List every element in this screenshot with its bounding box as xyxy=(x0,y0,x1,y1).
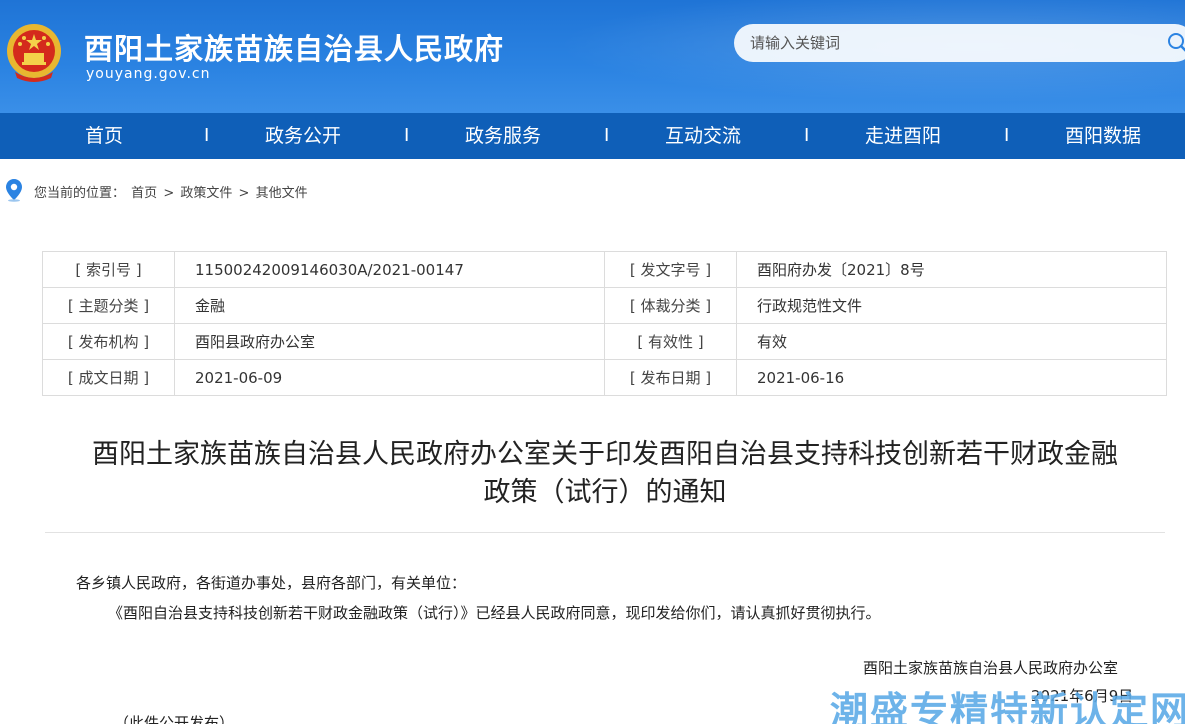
main-nav: 首页 I 政务公开 I 政务服务 I 互动交流 I 走进酉阳 I 酉阳数据 xyxy=(0,113,1185,159)
nav-separator: I xyxy=(804,125,810,146)
document-greeting: 各乡镇人民政府，各街道办事处，县府各部门，有关单位： xyxy=(76,574,467,592)
table-row: [ 成文日期 ] 2021-06-09 [ 发布日期 ] 2021-06-16 xyxy=(42,359,1167,396)
meta-value: 酉阳县政府办公室 xyxy=(174,323,605,360)
site-title[interactable]: 酉阳土家族苗族自治县人民政府 xyxy=(84,26,504,68)
breadcrumb-item-policy[interactable]: 政策文件 xyxy=(180,186,232,201)
location-pin-icon xyxy=(6,179,22,202)
breadcrumb-prefix: 您当前的位置： xyxy=(34,186,126,201)
nav-item-gov-affairs[interactable]: 政务公开 xyxy=(265,113,341,159)
document-title-line: 酉阳土家族苗族自治县人民政府办公室关于印发酉阳自治县支持科技创新若干财政金融 xyxy=(92,439,1118,470)
table-row: [ 发布机构 ] 酉阳县政府办公室 [ 有效性 ] 有效 xyxy=(42,323,1167,360)
publication-note: （此件公开发布） xyxy=(114,714,235,724)
table-row: [ 主题分类 ] 金融 [ 体裁分类 ] 行政规范性文件 xyxy=(42,287,1167,324)
nav-item-services[interactable]: 政务服务 xyxy=(465,113,541,159)
nav-separator: I xyxy=(604,125,610,146)
watermark: 潮盛专精特新认定网 xyxy=(830,689,1185,724)
document-body: 《酉阳自治县支持科技创新若干财政金融政策（试行）》已经县人民政府同意，现印发给你… xyxy=(108,604,881,622)
meta-label: [ 发布日期 ] xyxy=(604,359,737,396)
breadcrumb-item-other[interactable]: 其他文件 xyxy=(256,186,308,201)
title-divider xyxy=(45,532,1165,533)
signature-organization: 酉阳土家族苗族自治县人民政府办公室 xyxy=(863,659,1119,677)
meta-label: [ 有效性 ] xyxy=(604,323,737,360)
site-domain: youyang.gov.cn xyxy=(86,66,211,82)
search-icon[interactable] xyxy=(1166,31,1185,55)
nav-separator: I xyxy=(404,125,410,146)
nav-item-about-youyang[interactable]: 走进酉阳 xyxy=(865,113,941,159)
meta-label: [ 成文日期 ] xyxy=(42,359,175,396)
nav-item-home[interactable]: 首页 xyxy=(85,113,123,159)
nav-item-interaction[interactable]: 互动交流 xyxy=(665,113,741,159)
national-emblem-icon xyxy=(7,24,61,82)
breadcrumb-item-home[interactable]: 首页 xyxy=(131,186,157,201)
document-meta-table: [ 索引号 ] 11500242009146030A/2021-00147 [ … xyxy=(42,251,1167,396)
nav-separator: I xyxy=(1004,125,1010,146)
meta-label: [ 体裁分类 ] xyxy=(604,287,737,324)
site-header: 酉阳土家族苗族自治县人民政府 youyang.gov.cn xyxy=(0,0,1185,113)
nav-item-data[interactable]: 酉阳数据 xyxy=(1065,113,1141,159)
search-input[interactable] xyxy=(750,24,1150,62)
table-row: [ 索引号 ] 11500242009146030A/2021-00147 [ … xyxy=(42,251,1167,288)
meta-label: [ 索引号 ] xyxy=(42,251,175,288)
document-title: 酉阳土家族苗族自治县人民政府办公室关于印发酉阳自治县支持科技创新若干财政金融 政… xyxy=(30,436,1180,512)
meta-value: 11500242009146030A/2021-00147 xyxy=(174,251,605,288)
meta-value: 2021-06-09 xyxy=(174,359,605,396)
breadcrumb-separator: > xyxy=(163,186,175,201)
meta-label: [ 主题分类 ] xyxy=(42,287,175,324)
meta-value: 行政规范性文件 xyxy=(736,287,1167,324)
breadcrumb-separator: > xyxy=(238,186,250,201)
meta-value: 有效 xyxy=(736,323,1167,360)
meta-value: 金融 xyxy=(174,287,605,324)
meta-value: 酉阳府办发〔2021〕8号 xyxy=(736,251,1167,288)
meta-label: [ 发布机构 ] xyxy=(42,323,175,360)
meta-label: [ 发文字号 ] xyxy=(604,251,737,288)
document-title-line: 政策（试行）的通知 xyxy=(483,477,727,508)
nav-separator: I xyxy=(204,125,210,146)
meta-value: 2021-06-16 xyxy=(736,359,1167,396)
search-box xyxy=(734,24,1185,62)
